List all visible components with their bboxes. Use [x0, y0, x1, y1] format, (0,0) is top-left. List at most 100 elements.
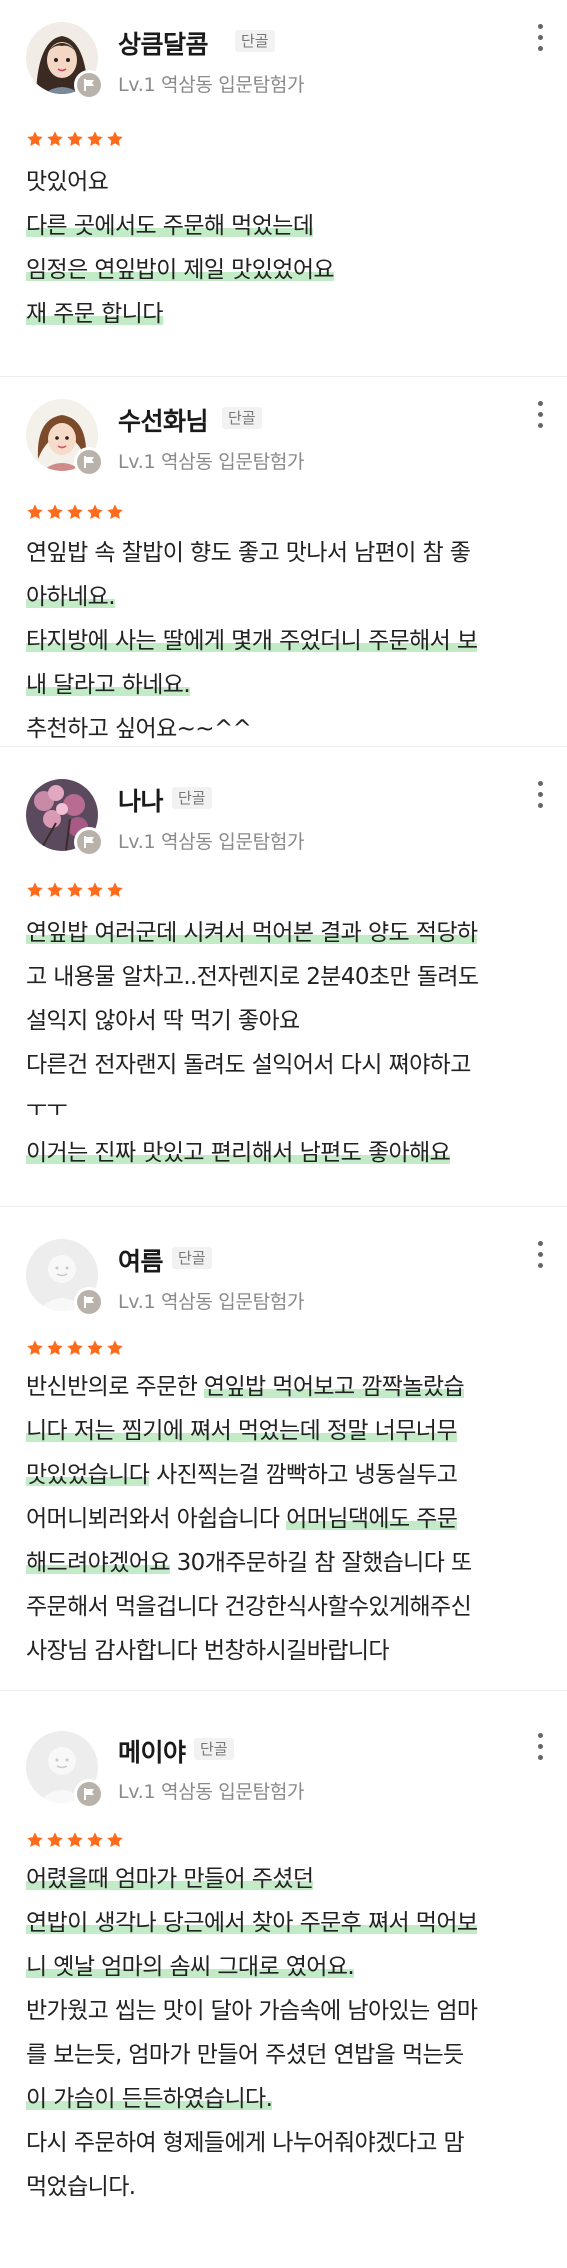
avatar[interactable]: [26, 779, 104, 857]
avatar[interactable]: [26, 399, 104, 477]
review-line: 추천하고 싶어요~~^^: [26, 716, 252, 742]
star-icon: [47, 504, 63, 520]
star-icon: [27, 504, 43, 520]
star-icon: [67, 1832, 83, 1848]
avatar[interactable]: [26, 22, 104, 100]
review-line: 연잎밥 여러군데 시켜서 먹어본 결과 양도 적당하: [26, 920, 478, 946]
star-icon: [107, 882, 123, 898]
review-line: 반신반의로 주문한 연잎밥 먹어보고 깜짝놀랐습: [26, 1374, 465, 1400]
flag-icon: [74, 447, 104, 477]
reviewer-name[interactable]: 상큼달콤: [118, 25, 209, 61]
star-icon: [27, 1340, 43, 1356]
review-line: ㅜㅜ: [26, 1096, 68, 1122]
star-icon: [47, 882, 63, 898]
regular-badge: 단골: [235, 30, 275, 52]
more-options-icon[interactable]: [535, 1733, 545, 1765]
review-line: 니 옛날 엄마의 솜씨 그대로 였어요.: [26, 1954, 355, 1980]
more-options-icon[interactable]: [535, 24, 545, 56]
star-icon: [47, 1340, 63, 1356]
star-rating: [26, 130, 124, 148]
star-icon: [87, 1832, 103, 1848]
flag-icon: [74, 827, 104, 857]
review-line: 재 주문 합니다: [26, 301, 163, 327]
star-icon: [47, 131, 63, 147]
reviewer-level: Lv.1 역삼동 입문탐험가: [118, 74, 305, 96]
review-line: 니다 저는 찜기에 쪄서 먹었는데 정말 너무너무: [26, 1418, 458, 1444]
star-icon: [107, 131, 123, 147]
reviewer-level: Lv.1 역삼동 입문탐험가: [118, 1781, 305, 1803]
regular-badge: 단골: [194, 1738, 234, 1760]
star-icon: [107, 1340, 123, 1356]
review-text: 맛있어요 다른 곳에서도 주문해 먹었는데 임정은 연잎밥이 제일 맛있었어요 …: [26, 160, 545, 336]
star-rating: [26, 503, 124, 521]
review-line: 이거는 진짜 맛있고 편리해서 남편도 좋아해요: [26, 1140, 451, 1166]
review-line: 어렸을때 엄마가 만들어 주셨던: [26, 1866, 314, 1892]
avatar[interactable]: [26, 1731, 104, 1809]
review-line: 주문해서 먹을겁니다 건강한식사할수있게해주신: [26, 1594, 472, 1620]
review-card: 여름 단골 Lv.1 역삼동 입문탐험가 반신반의로 주문한 연잎밥 먹어보고 …: [0, 1206, 567, 1690]
more-options-icon[interactable]: [535, 401, 545, 433]
review-line: 설익지 않아서 딱 먹기 좋아요: [26, 1008, 300, 1034]
review-card: 메이야 단골 Lv.1 역삼동 입문탐험가 어렸을때 엄마가 만들어 주셨던 연…: [0, 1690, 567, 2264]
avatar[interactable]: [26, 1239, 104, 1317]
review-line: 내 달라고 하네요.: [26, 672, 191, 698]
star-icon: [27, 882, 43, 898]
review-text: 연잎밥 여러군데 시켜서 먹어본 결과 양도 적당하 고 내용물 알차고..전자…: [26, 911, 545, 1175]
reviewer-name[interactable]: 수선화님: [118, 402, 209, 438]
star-rating: [26, 1339, 124, 1357]
review-line: 연잎밥 속 찰밥이 향도 좋고 맛나서 남편이 참 좋: [26, 540, 471, 566]
review-text: 연잎밥 속 찰밥이 향도 좋고 맛나서 남편이 참 좋 아하네요. 타지방에 사…: [26, 531, 545, 751]
star-icon: [67, 882, 83, 898]
review-line: 임정은 연잎밥이 제일 맛있었어요: [26, 257, 335, 283]
regular-badge: 단골: [172, 787, 212, 809]
star-icon: [67, 504, 83, 520]
reviewer-name[interactable]: 여름: [118, 1242, 164, 1278]
flag-icon: [74, 1779, 104, 1809]
review-line: 이 가슴이 든든하였습니다.: [26, 2086, 273, 2112]
review-line: 사장님 감사합니다 번창하시길바랍니다: [26, 1638, 390, 1664]
star-icon: [27, 1832, 43, 1848]
review-card: 나나 단골 Lv.1 역삼동 입문탐험가 연잎밥 여러군데 시켜서 먹어본 결과…: [0, 746, 567, 1206]
review-line: 다시 주문하여 형제들에게 나누어줘야겠다고 맘: [26, 2130, 465, 2156]
review-line: 맛있었습니다 사진찍는걸 깜빡하고 냉동실두고: [26, 1462, 458, 1488]
star-icon: [67, 1340, 83, 1356]
regular-badge: 단골: [222, 407, 262, 429]
flag-icon: [74, 70, 104, 100]
review-line: 고 내용물 알차고..전자렌지로 2분40초만 돌려도: [26, 964, 479, 990]
star-icon: [67, 131, 83, 147]
star-icon: [87, 131, 103, 147]
review-line: 반가웠고 씹는 맛이 달아 가슴속에 남아있는 엄마: [26, 1998, 478, 2024]
review-line: 먹었습니다.: [26, 2174, 136, 2200]
star-icon: [107, 504, 123, 520]
star-icon: [87, 504, 103, 520]
star-icon: [107, 1832, 123, 1848]
review-line: 연밥이 생각나 당근에서 찾아 주문후 쪄서 먹어보: [26, 1910, 478, 1936]
star-icon: [27, 131, 43, 147]
review-text: 반신반의로 주문한 연잎밥 먹어보고 깜짝놀랐습 니다 저는 찜기에 쪄서 먹었…: [26, 1365, 545, 1673]
review-card: 수선화님 단골 Lv.1 역삼동 입문탐험가 연잎밥 속 찰밥이 향도 좋고 맛…: [0, 376, 567, 746]
review-line: 어머니뵈러와서 아쉽습니다 어머님댁에도 주문: [26, 1506, 458, 1532]
review-line: 를 보는듯, 엄마가 만들어 주셨던 연밥을 먹는듯: [26, 2042, 464, 2068]
review-card: 상큼달콤 단골 Lv.1 역삼동 입문탐험가 맛있어요 다른 곳에서도 주문해 …: [0, 0, 567, 376]
review-text: 어렸을때 엄마가 만들어 주셨던 연밥이 생각나 당근에서 찾아 주문후 쪄서 …: [26, 1857, 545, 2209]
star-icon: [87, 1340, 103, 1356]
review-line: 해드려야겠어요 30개주문하길 참 잘했습니다 또: [26, 1550, 472, 1576]
star-rating: [26, 1831, 124, 1849]
reviewer-level: Lv.1 역삼동 입문탐험가: [118, 831, 305, 853]
regular-badge: 단골: [172, 1247, 212, 1269]
review-line: 아하네요.: [26, 584, 116, 610]
review-line: 맛있어요: [26, 169, 109, 195]
more-options-icon[interactable]: [535, 1241, 545, 1273]
star-rating: [26, 881, 124, 899]
star-icon: [47, 1832, 63, 1848]
reviewer-level: Lv.1 역삼동 입문탐험가: [118, 451, 305, 473]
reviewer-level: Lv.1 역삼동 입문탐험가: [118, 1291, 305, 1313]
review-line: 타지방에 사는 딸에게 몇개 주었더니 주문해서 보: [26, 628, 478, 654]
reviewer-name[interactable]: 메이야: [118, 1733, 186, 1769]
more-options-icon[interactable]: [535, 781, 545, 813]
reviewer-name[interactable]: 나나: [118, 782, 164, 818]
star-icon: [87, 882, 103, 898]
review-line: 다른건 전자랜지 돌려도 설익어서 다시 쪄야하고: [26, 1052, 471, 1078]
flag-icon: [74, 1287, 104, 1317]
review-line: 다른 곳에서도 주문해 먹었는데: [26, 213, 314, 239]
